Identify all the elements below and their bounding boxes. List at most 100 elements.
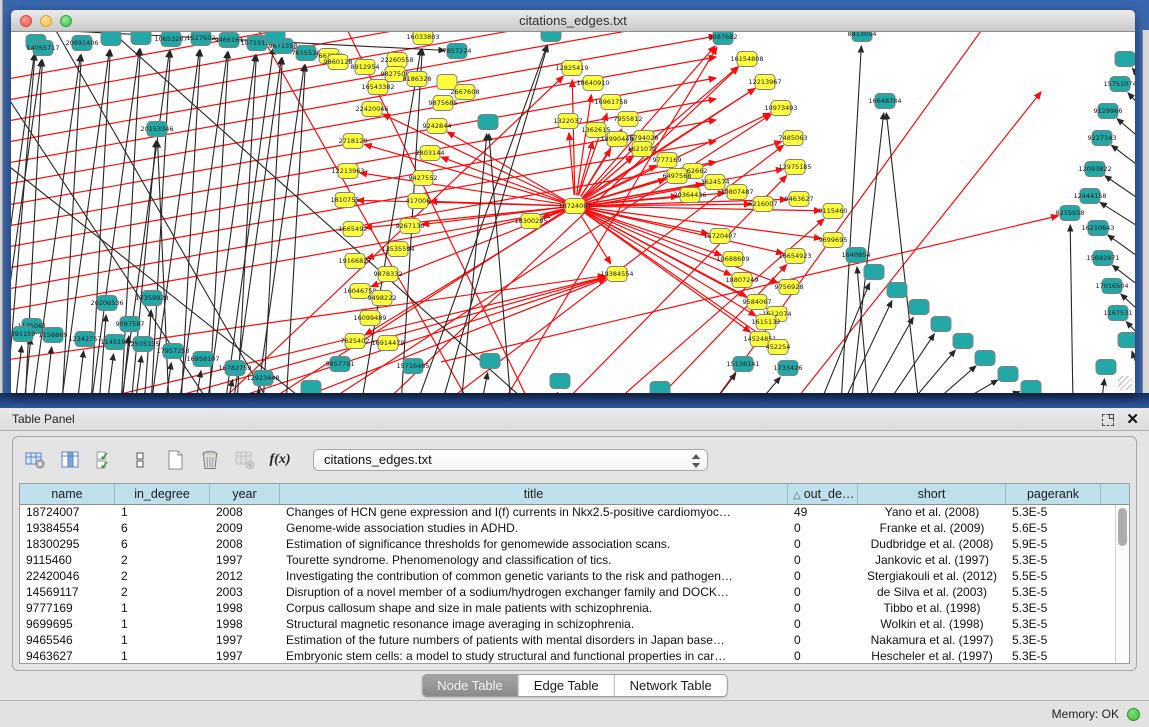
table-vertical-scrollbar[interactable] xyxy=(1115,505,1129,663)
graph-node[interactable]: 16099489 xyxy=(353,311,386,326)
graph-node[interactable]: 1665492 xyxy=(339,222,368,237)
column-header-title[interactable]: title xyxy=(280,484,788,504)
graph-node[interactable]: 15751074 xyxy=(1103,77,1135,92)
delete-network-table-icon[interactable] xyxy=(231,446,259,474)
graph-node[interactable]: 1167531 xyxy=(1104,306,1133,321)
graph-node[interactable]: 18640910 xyxy=(576,76,609,91)
graph-node[interactable]: 12825419 xyxy=(555,61,588,76)
graph-node[interactable]: 15692971 xyxy=(1086,251,1119,266)
graph-node[interactable]: 9860128 xyxy=(324,55,353,70)
graph-node[interactable]: 10688609 xyxy=(716,252,749,267)
graph-node[interactable]: 8215958 xyxy=(1056,206,1085,221)
table-row[interactable]: 977716911998Corpus callosum shape and si… xyxy=(20,601,1115,617)
graph-node[interactable]: 1621072 xyxy=(628,142,657,157)
graph-node[interactable]: 1810755 xyxy=(331,193,360,208)
column-header-year[interactable]: year xyxy=(210,484,280,504)
graph-node[interactable]: 12342757 xyxy=(68,332,101,347)
graph-node[interactable]: 12213967 xyxy=(748,75,781,90)
graph-node[interactable]: 2087682 xyxy=(709,32,738,45)
graph-node[interactable] xyxy=(301,381,321,394)
table-row[interactable]: 969969511998Structural magnetic resonanc… xyxy=(20,617,1115,633)
graph-node[interactable]: 12444158 xyxy=(1073,189,1106,204)
graph-node[interactable] xyxy=(478,115,498,130)
graph-node[interactable]: 16961758 xyxy=(594,95,627,110)
graph-node[interactable]: 15136141 xyxy=(726,357,759,372)
graph-node[interactable] xyxy=(1115,52,1135,67)
graph-node[interactable]: 9463627 xyxy=(785,192,814,207)
graph-node[interactable]: 9878332 xyxy=(374,267,403,282)
tab-edge-table[interactable]: Edge Table xyxy=(518,675,614,696)
column-header-out_degree[interactable]: △out_de… xyxy=(788,484,858,504)
table-row[interactable]: 1456911722003Disruption of a novel membe… xyxy=(20,585,1115,601)
column-header-pagerank[interactable]: pagerank xyxy=(1006,484,1101,504)
graph-node[interactable] xyxy=(931,317,951,332)
float-panel-icon[interactable] xyxy=(1102,414,1114,426)
graph-node[interactable]: 19166827 xyxy=(338,254,371,269)
graph-node[interactable]: 9267130 xyxy=(396,219,425,234)
graph-node[interactable]: 9756928 xyxy=(775,280,804,295)
create-table-icon[interactable] xyxy=(161,446,189,474)
show-columns-icon[interactable] xyxy=(56,446,84,474)
graph-node[interactable]: 17016504 xyxy=(1095,279,1128,294)
graph-node[interactable]: 2803144 xyxy=(416,146,445,161)
graph-node[interactable] xyxy=(265,32,285,44)
graph-node[interactable]: 9584067 xyxy=(743,295,772,310)
graph-node[interactable]: 10807487 xyxy=(720,185,753,200)
graph-node[interactable]: 9242844 xyxy=(423,119,452,134)
graph-node[interactable] xyxy=(887,283,907,298)
graph-node[interactable]: 1156869 xyxy=(39,328,68,343)
table-row[interactable]: 1830029562008Estimation of significance … xyxy=(20,537,1115,553)
graph-node[interactable]: 12213963 xyxy=(331,164,364,179)
graph-node[interactable]: 1322037 xyxy=(554,114,583,129)
window-resize-grip[interactable] xyxy=(1118,376,1132,390)
graph-node[interactable] xyxy=(864,265,884,280)
graph-node[interactable]: 9875685 xyxy=(429,96,458,111)
graph-node[interactable]: 452254 xyxy=(766,340,791,355)
graph-node[interactable] xyxy=(550,374,570,389)
graph-node[interactable] xyxy=(1118,333,1135,348)
graph-node[interactable]: 9427552 xyxy=(409,171,438,186)
table-row[interactable]: 946554611997Estimation of the future num… xyxy=(20,633,1115,649)
graph-node[interactable]: 8813054 xyxy=(848,32,877,42)
graph-node[interactable]: 16154808 xyxy=(730,52,763,67)
delete-table-icon[interactable] xyxy=(196,446,224,474)
table-row[interactable]: 1938455462009Genome-wide association stu… xyxy=(20,521,1115,537)
network-canvas[interactable]: 1405571720691406106532871527602946616110… xyxy=(11,32,1135,393)
citation-network-graph[interactable]: 1405571720691406106532871527602946616110… xyxy=(11,32,1135,393)
graph-node[interactable] xyxy=(131,32,151,45)
close-panel-icon[interactable]: ✕ xyxy=(1126,408,1139,431)
graph-node[interactable]: 6497568 xyxy=(663,169,692,184)
column-header-short[interactable]: short xyxy=(858,484,1006,504)
graph-node[interactable] xyxy=(1021,381,1041,394)
column-header-in_degree[interactable]: in_degree xyxy=(115,484,210,504)
graph-node[interactable]: 391159 xyxy=(11,327,35,342)
graph-node[interactable]: 15716485 xyxy=(396,359,429,374)
graph-node[interactable]: 16648784 xyxy=(868,94,901,109)
graph-node[interactable] xyxy=(1096,360,1116,375)
function-builder-icon[interactable]: f(x) xyxy=(266,446,294,474)
window-titlebar[interactable]: citations_edges.txt xyxy=(11,10,1135,32)
graph-node[interactable] xyxy=(480,354,500,369)
graph-node[interactable]: 2718120 xyxy=(339,134,368,149)
graph-node[interactable]: 1733426 xyxy=(774,361,803,376)
graph-node[interactable]: 6216007 xyxy=(749,197,778,212)
tab-network-table[interactable]: Network Table xyxy=(614,675,727,696)
graph-node[interactable]: 16210643 xyxy=(1081,221,1114,236)
graph-node[interactable]: 22260558 xyxy=(380,53,413,68)
graph-node[interactable] xyxy=(541,32,561,42)
graph-node[interactable]: 1527602 xyxy=(187,32,216,46)
table-row[interactable]: 946362711997Embryonic stem cells: a mode… xyxy=(20,649,1115,663)
graph-node[interactable] xyxy=(953,334,973,349)
graph-node[interactable]: 10653287 xyxy=(154,32,187,47)
graph-node[interactable]: 12975185 xyxy=(778,160,811,175)
graph-node[interactable]: 9699695 xyxy=(819,233,848,248)
graph-node[interactable]: 9115460 xyxy=(819,204,848,219)
tab-node-table[interactable]: Node Table xyxy=(422,675,518,696)
graph-node[interactable]: 20206536 xyxy=(90,296,123,311)
graph-node[interactable]: 9129966 xyxy=(1094,104,1123,119)
column-header-name[interactable]: name xyxy=(20,484,115,504)
table-row[interactable]: 2242004622012Investigating the contribut… xyxy=(20,569,1115,585)
graph-node[interactable]: 8912954 xyxy=(351,60,380,75)
graph-node[interactable]: 16654923 xyxy=(778,249,811,264)
graph-node[interactable] xyxy=(909,300,929,315)
